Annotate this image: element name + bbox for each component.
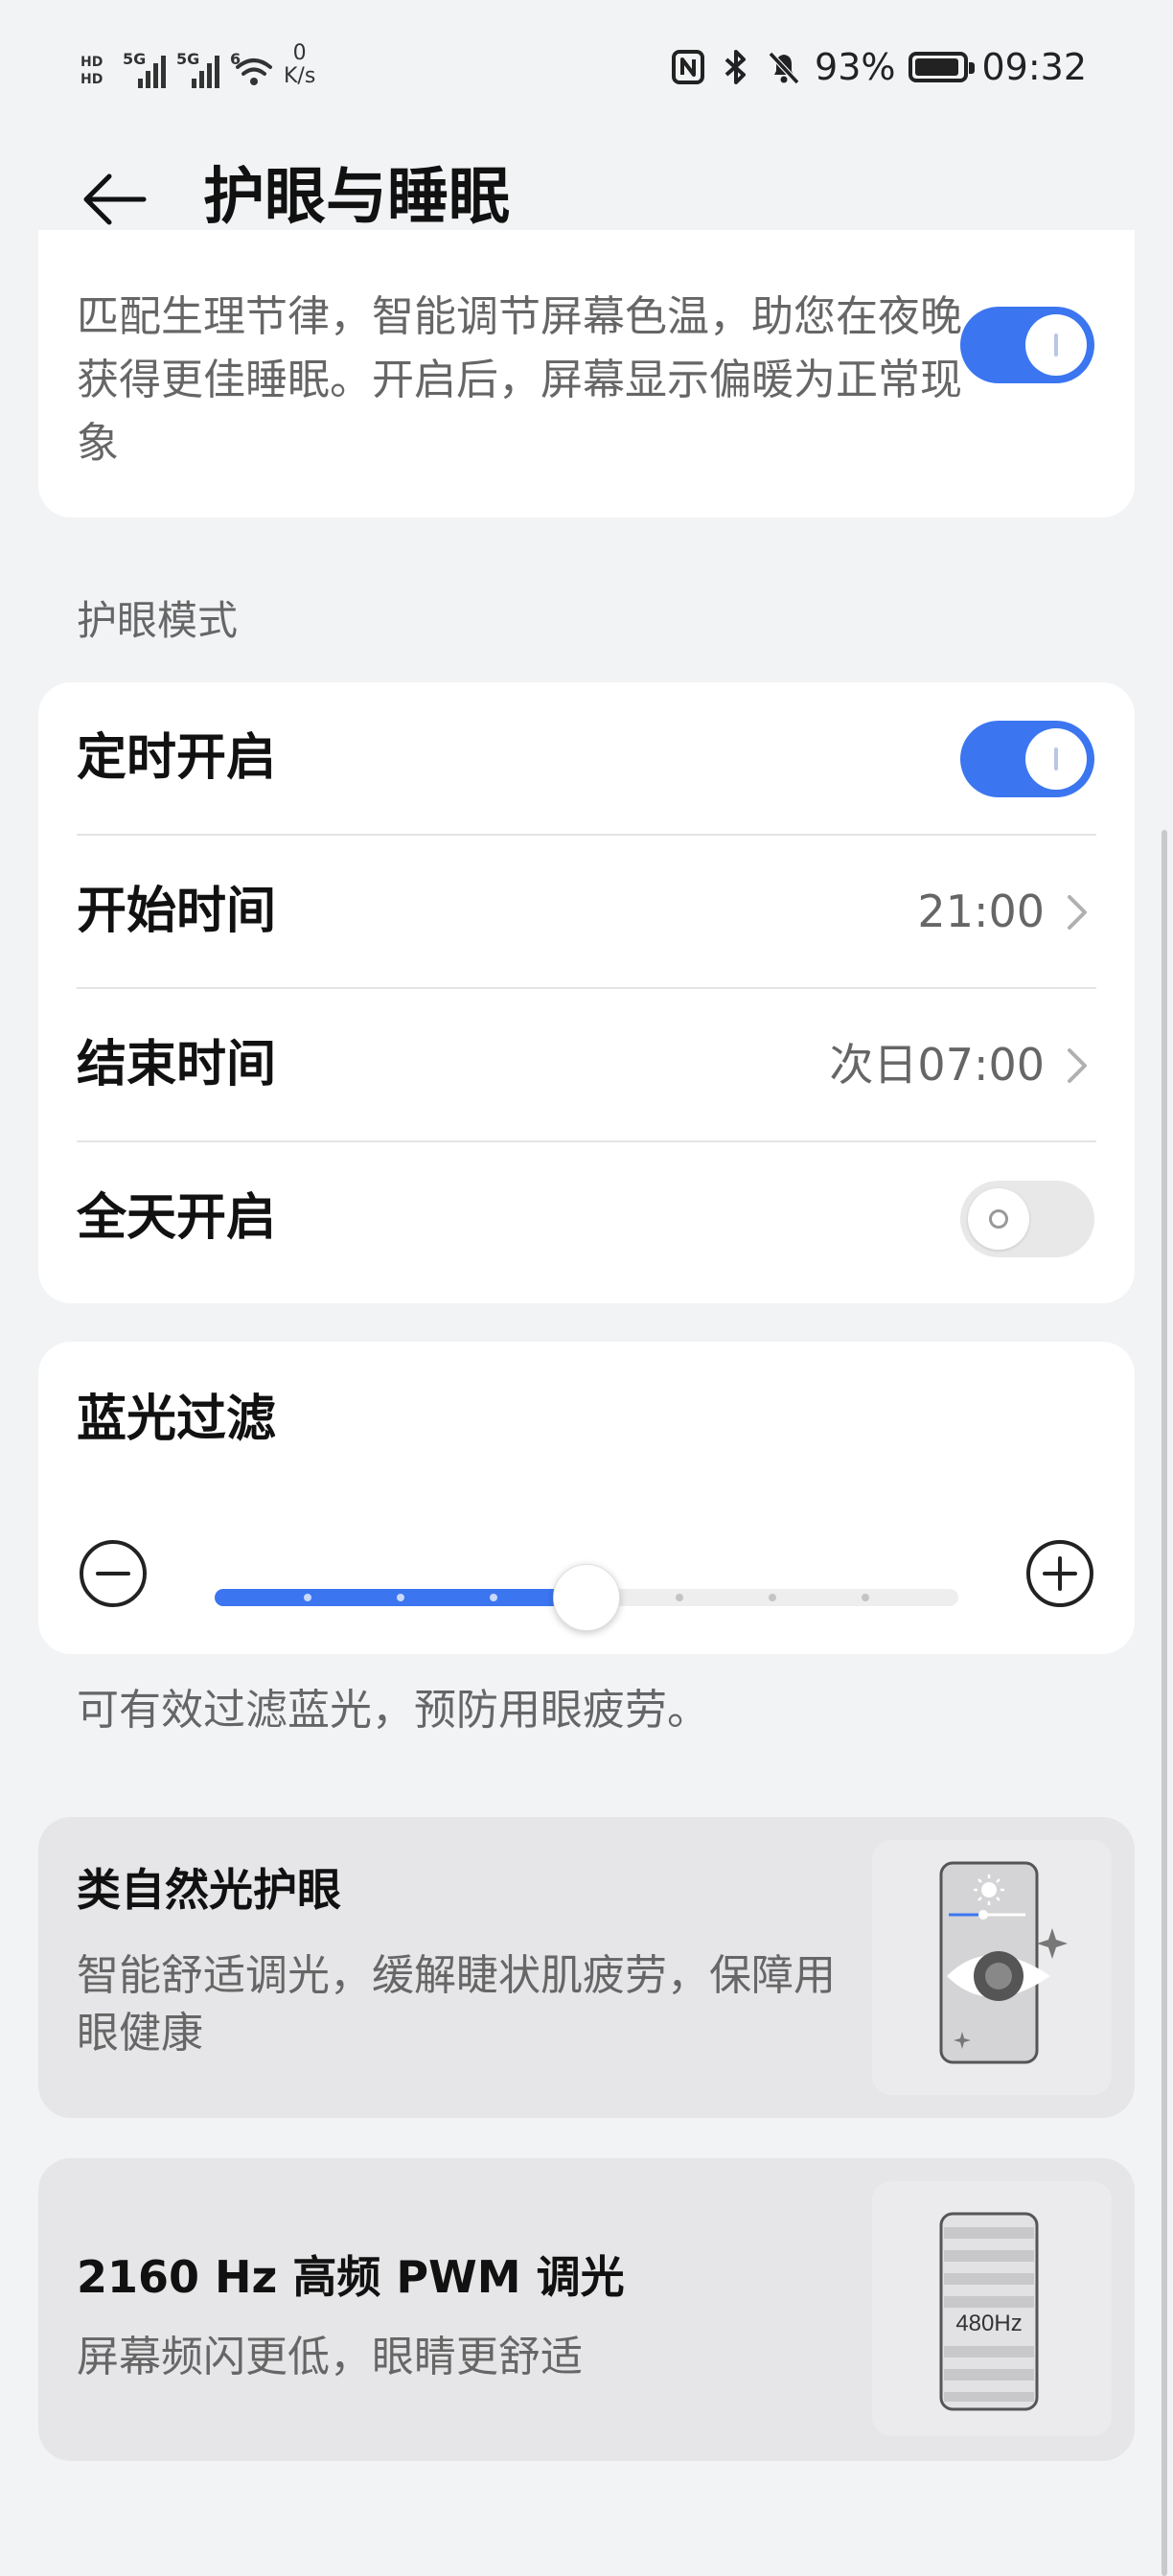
- mute-bell-icon: [768, 51, 800, 85]
- toggle-knob: [968, 1188, 1029, 1250]
- eye-comfort-card: 匹配生理节律，智能调节屏幕色温，助您在夜晚获得更佳睡眠。开启后，屏幕显示偏暖为正…: [38, 230, 1135, 518]
- signal-2-icon: 5G: [176, 50, 220, 88]
- battery-percent: 93%: [815, 46, 896, 88]
- blue-light-card: 蓝光过滤: [38, 1342, 1135, 1654]
- promo-pwm-dimming[interactable]: 2160 Hz 高频 PWM 调光 屏幕频闪更低，眼睛更舒适 480Hz: [38, 2158, 1135, 2461]
- promo-description: 屏幕频闪更低，眼睛更舒适: [77, 2333, 583, 2381]
- end-time-value: 次日07:00: [829, 1039, 1045, 1091]
- row-label: 开始时间: [77, 883, 277, 940]
- eye-mode-card: 定时开启 开始时间 21:00 结束时间 次日07:00 全天开启: [38, 682, 1135, 1303]
- net-speed-unit: K/s: [284, 64, 316, 88]
- battery-fill: [915, 58, 959, 76]
- clock: 09:32: [981, 46, 1087, 88]
- slider-tick: [769, 1594, 776, 1601]
- signal-1-icon: 5G: [123, 50, 167, 88]
- status-right: 93% 09:32: [671, 46, 1087, 88]
- plus-circle-icon[interactable]: [1025, 1539, 1094, 1608]
- chevron-right-icon: [1068, 895, 1087, 930]
- section-label-eye-mode: 护眼模式: [77, 597, 239, 644]
- chevron-right-icon: [1068, 1048, 1087, 1083]
- back-button[interactable]: [77, 161, 153, 238]
- nfc-icon: [672, 50, 705, 84]
- slider-thumb[interactable]: [553, 1564, 620, 1631]
- battery-icon: [908, 52, 976, 82]
- scrollbar[interactable]: [1162, 830, 1167, 2576]
- slider-tick: [862, 1594, 869, 1601]
- eye-comfort-toggle[interactable]: [960, 307, 1094, 383]
- row-label: 结束时间: [77, 1036, 277, 1093]
- page-title: 护眼与睡眠: [203, 162, 510, 233]
- blue-light-slider[interactable]: [215, 1564, 958, 1631]
- arrow-left-icon: [83, 173, 147, 225]
- row-all-day[interactable]: 全天开启: [77, 1142, 1096, 1295]
- row-end-time[interactable]: 结束时间 次日07:00: [77, 989, 1096, 1141]
- scheduled-toggle[interactable]: [960, 721, 1094, 797]
- status-bar: HD HD 5G 5G 6 0 K/s 93% 09:32: [0, 0, 1173, 125]
- net-speed-value: 0: [292, 41, 307, 65]
- slider-tick: [304, 1594, 311, 1601]
- promo-title: 类自然光护眼: [77, 1864, 341, 1916]
- blue-light-title: 蓝光过滤: [77, 1391, 277, 1448]
- slider-tick: [397, 1594, 404, 1601]
- blue-light-hint: 可有效过滤蓝光，预防用眼疲劳。: [77, 1686, 709, 1735]
- promo-title: 2160 Hz 高频 PWM 调光: [77, 2251, 625, 2303]
- net-speed: 0 K/s: [284, 42, 315, 88]
- status-left: HD HD 5G 5G 6 0 K/s: [80, 42, 315, 88]
- toggle-knob: [1025, 314, 1087, 376]
- eye-comfort-description: 匹配生理节律，智能调节屏幕色温，助您在夜晚获得更佳睡眠。开启后，屏幕显示偏暖为正…: [77, 292, 962, 468]
- wifi-icon: 6: [230, 50, 274, 88]
- promo-natural-light[interactable]: 类自然光护眼 智能舒适调光，缓解睫状肌疲劳，保障用眼健康: [38, 1817, 1135, 2118]
- hd-label-2: HD: [80, 72, 104, 87]
- pwm-image-label: 480Hz: [955, 2311, 1022, 2336]
- row-label: 定时开启: [77, 729, 277, 787]
- all-day-toggle[interactable]: [960, 1181, 1094, 1257]
- promo-description: 智能舒适调光，缓解睫状肌疲劳，保障用眼健康: [77, 1951, 836, 2058]
- slider-tick: [490, 1594, 497, 1601]
- phone-pwm-icon: 480Hz: [872, 2181, 1112, 2436]
- hd-label-1: HD: [80, 55, 104, 70]
- bluetooth-icon: [724, 50, 747, 84]
- row-scheduled[interactable]: 定时开启: [77, 682, 1096, 835]
- toggle-knob: [1025, 728, 1087, 790]
- start-time-value: 21:00: [917, 886, 1045, 937]
- minus-circle-icon[interactable]: [79, 1539, 148, 1608]
- row-label: 全天开启: [77, 1189, 277, 1247]
- row-start-time[interactable]: 开始时间 21:00: [77, 836, 1096, 988]
- phone-eye-icon: [872, 1840, 1112, 2095]
- hd-indicator: HD HD: [80, 54, 113, 88]
- slider-tick: [676, 1594, 683, 1601]
